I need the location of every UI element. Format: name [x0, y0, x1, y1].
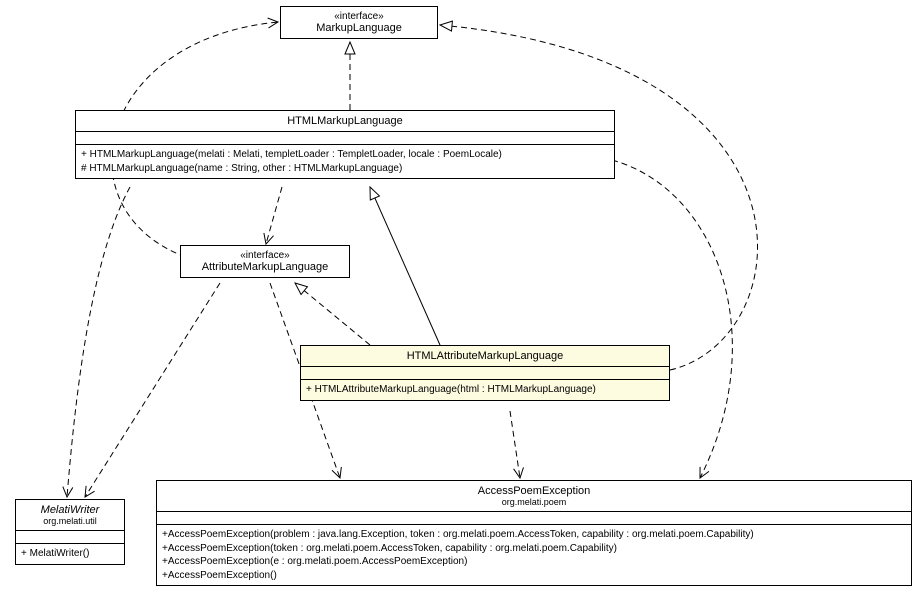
- operation: + HTMLAttributeMarkupLanguage(html : HTM…: [306, 383, 664, 397]
- class-melati-writer: MelatiWriter org.melati.util + MelatiWri…: [15, 499, 125, 565]
- class-markup-language: «interface» MarkupLanguage: [280, 6, 438, 39]
- class-attribute-markup-language: «interface» AttributeMarkupLanguage: [180, 245, 350, 278]
- package-name: org.melati.poem: [162, 497, 906, 507]
- edge-htmlattr-to-html: [370, 187, 440, 345]
- stereotype-label: «interface»: [186, 250, 344, 261]
- attributes-compartment: [76, 131, 614, 144]
- class-name: AttributeMarkupLanguage: [186, 261, 344, 273]
- stereotype-label: «interface»: [286, 11, 432, 22]
- operation: +AccessPoemException(problem : java.lang…: [162, 528, 906, 542]
- package-name: org.melati.util: [21, 516, 119, 526]
- operations-compartment: +AccessPoemException(problem : java.lang…: [157, 524, 911, 585]
- operations-compartment: + MelatiWriter(): [16, 543, 124, 564]
- edge-html-to-accesspoem: [612, 160, 732, 478]
- class-html-markup-language: HTMLMarkupLanguage + HTMLMarkupLanguage(…: [75, 110, 615, 179]
- class-name: MelatiWriter: [21, 504, 119, 516]
- attributes-compartment: [16, 530, 124, 543]
- edge-htmlattr-to-attributeml: [295, 283, 370, 345]
- attributes-compartment: [157, 511, 911, 524]
- class-name: HTMLAttributeMarkupLanguage: [306, 350, 664, 362]
- operation: +AccessPoemException(token : org.melati.…: [162, 542, 906, 556]
- operations-compartment: + HTMLMarkupLanguage(melati : Melati, te…: [76, 144, 614, 178]
- class-name: MarkupLanguage: [286, 22, 432, 34]
- edge-htmlattr-to-accesspoem: [510, 411, 520, 478]
- edge-html-to-melatiwriter: [67, 187, 130, 497]
- attributes-compartment: [301, 366, 669, 379]
- operation: + MelatiWriter(): [21, 547, 119, 561]
- class-html-attribute-markup-language: HTMLAttributeMarkupLanguage + HTMLAttrib…: [300, 345, 670, 401]
- operation: + HTMLMarkupLanguage(melati : Melati, te…: [81, 148, 609, 162]
- class-access-poem-exception: AccessPoemException org.melati.poem +Acc…: [156, 480, 912, 586]
- operation: +AccessPoemException(): [162, 569, 906, 583]
- class-name: HTMLMarkupLanguage: [81, 115, 609, 127]
- operation: +AccessPoemException(e : org.melati.poem…: [162, 555, 906, 569]
- operation: # HTMLMarkupLanguage(name : String, othe…: [81, 162, 609, 176]
- class-name: AccessPoemException: [162, 485, 906, 497]
- edge-html-to-attributeml: [266, 187, 282, 244]
- edge-htmlattr-to-markup: [440, 25, 758, 370]
- edge-attributeml-to-melatiwriter: [85, 283, 220, 497]
- operations-compartment: + HTMLAttributeMarkupLanguage(html : HTM…: [301, 379, 669, 400]
